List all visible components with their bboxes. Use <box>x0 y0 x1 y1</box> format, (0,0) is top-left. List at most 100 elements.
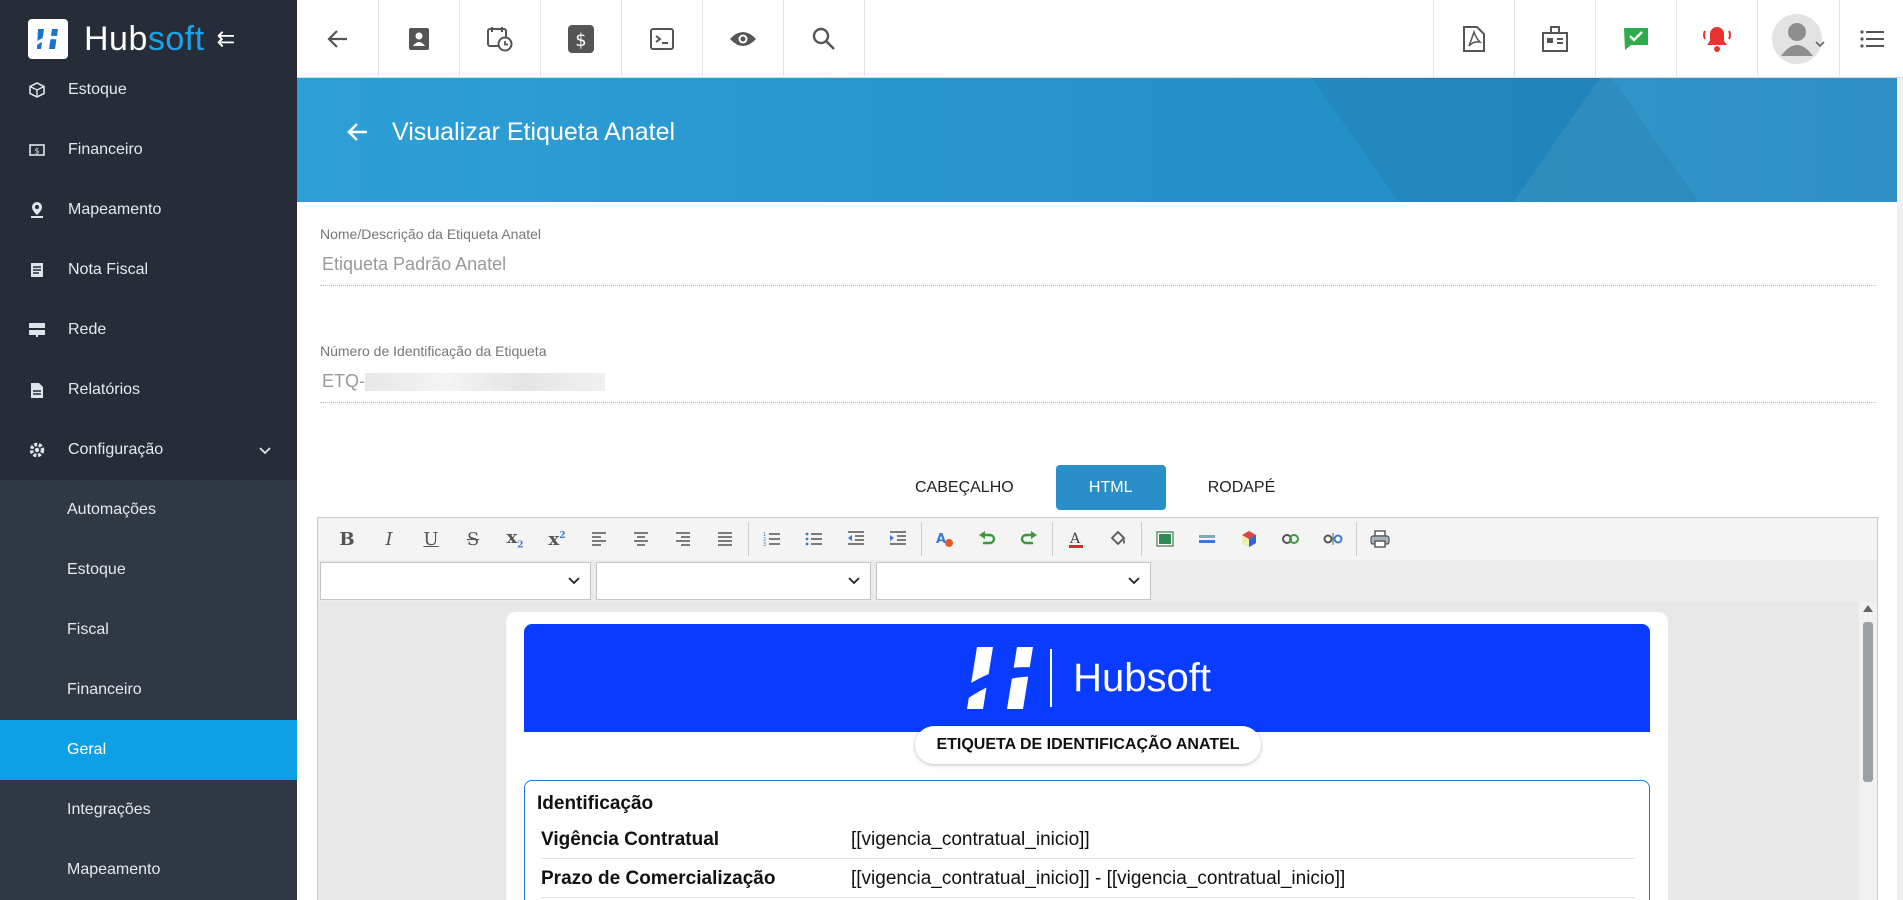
collapse-menu-icon[interactable]: ⇇ <box>217 26 235 52</box>
italic-button[interactable]: I <box>368 519 410 559</box>
user-avatar-icon <box>1771 14 1825 64</box>
back-button[interactable] <box>297 0 379 78</box>
align-center-button[interactable] <box>620 519 662 559</box>
font-family-select[interactable] <box>596 562 871 600</box>
editor-canvas[interactable]: Hubsoft ETIQUETA DE IDENTIFICAÇÃO ANATEL… <box>318 602 1877 900</box>
notifications-button[interactable] <box>1677 0 1758 78</box>
sidebar-item-mapeamento[interactable]: Mapeamento <box>0 180 297 240</box>
subscript-button[interactable]: x2 <box>494 519 536 559</box>
svg-text:A: A <box>1069 531 1081 547</box>
underline-button[interactable]: U <box>410 519 452 559</box>
link-icon <box>1282 534 1299 544</box>
sidebar-item-estoque[interactable]: Estoque <box>0 60 297 120</box>
id-field[interactable]: Número de Identificação da Etiqueta ETQ- <box>320 343 1876 403</box>
pdf-button[interactable] <box>1434 0 1515 78</box>
justify-button[interactable] <box>704 519 746 559</box>
page-back-button[interactable] <box>347 122 369 147</box>
sidebar-item-label: Financeiro <box>68 141 143 158</box>
subscript-icon: x2 <box>506 527 524 551</box>
sidebar-subitem-label: Automações <box>67 501 156 518</box>
page-scrollbar[interactable] <box>1897 78 1903 900</box>
sidebar-item-relatorios[interactable]: Relatórios <box>0 360 297 420</box>
scrollbar-thumb[interactable] <box>1863 622 1873 782</box>
sidebar-subitem-fiscal[interactable]: Fiscal <box>0 600 297 660</box>
insert-link-button[interactable] <box>1270 519 1312 559</box>
sidebar-item-nota-fiscal[interactable]: Nota Fiscal <box>0 240 297 300</box>
name-field-value[interactable]: Etiqueta Padrão Anatel <box>320 242 1876 286</box>
highlight-button[interactable] <box>1097 519 1139 559</box>
name-field[interactable]: Nome/Descrição da Etiqueta Anatel Etique… <box>320 226 1876 286</box>
sidebar-item-label: Nota Fiscal <box>68 261 149 278</box>
back-arrow-icon <box>326 30 347 48</box>
scroll-up-icon[interactable] <box>1863 605 1873 612</box>
tab-rodape[interactable]: RODAPÉ <box>1186 465 1298 510</box>
italic-icon: I <box>385 528 393 550</box>
sidebar-subitem-automacoes[interactable]: Automações <box>0 480 297 540</box>
outdent-button[interactable] <box>835 519 877 559</box>
main-menu-button[interactable] <box>1840 0 1903 78</box>
insert-object-button[interactable] <box>1228 519 1270 559</box>
unlink-button[interactable] <box>1312 519 1354 559</box>
redo-icon <box>1020 531 1037 545</box>
toolbar-separator <box>1141 522 1142 556</box>
finance-button[interactable]: $ <box>541 0 622 78</box>
sidebar: Hubsoft ⇇ Estoque $ Financeiro Mapeament… <box>0 0 297 900</box>
search-button[interactable] <box>784 0 865 78</box>
sidebar-subitem-estoque[interactable]: Estoque <box>0 540 297 600</box>
indent-button[interactable] <box>877 519 919 559</box>
bold-icon: B <box>339 528 355 550</box>
editor-scrollbar[interactable] <box>1859 602 1877 900</box>
company-button[interactable] <box>1515 0 1596 78</box>
sidebar-item-label: Relatórios <box>68 381 141 398</box>
font-color-icon: A <box>1069 531 1083 548</box>
image-icon <box>1156 531 1174 547</box>
list-menu-icon <box>1859 30 1884 48</box>
terminal-button[interactable] <box>622 0 703 78</box>
bell-icon <box>1703 27 1731 52</box>
strikethrough-icon: S <box>466 528 480 550</box>
tasks-button[interactable] <box>1596 0 1677 78</box>
tab-html[interactable]: HTML <box>1055 465 1166 510</box>
align-justify-icon <box>718 532 732 546</box>
redo-button[interactable] <box>1008 519 1050 559</box>
user-menu-button[interactable] <box>1758 0 1840 78</box>
view-button[interactable] <box>703 0 784 78</box>
sidebar-item-rede[interactable]: Rede <box>0 300 297 360</box>
font-size-select[interactable] <box>876 562 1151 600</box>
sidebar-item-financeiro[interactable]: $ Financeiro <box>0 120 297 180</box>
box-icon <box>28 81 46 99</box>
format-select[interactable] <box>320 562 591 600</box>
horizontal-rule-button[interactable] <box>1186 519 1228 559</box>
id-field-value[interactable]: ETQ- <box>320 359 1876 403</box>
print-button[interactable] <box>1359 519 1401 559</box>
sidebar-subitem-mapeamento[interactable]: Mapeamento <box>0 840 297 900</box>
contacts-button[interactable] <box>379 0 460 78</box>
editor-toolbar: B I U S x2 x2 123 A A <box>318 518 1877 560</box>
bullet-list-button[interactable] <box>793 519 835 559</box>
sidebar-subitem-financeiro[interactable]: Financeiro <box>0 660 297 720</box>
align-left-icon <box>592 532 606 546</box>
remove-format-button[interactable]: A <box>924 519 966 559</box>
chevron-down-icon <box>259 442 271 460</box>
superscript-button[interactable]: x2 <box>536 519 578 559</box>
ordered-list-button[interactable]: 123 <box>751 519 793 559</box>
schedule-button[interactable] <box>460 0 541 78</box>
ordered-list-icon: 123 <box>763 532 780 547</box>
hubsoft-logo-icon <box>28 19 68 59</box>
sidebar-subitem-geral[interactable]: Geral <box>0 720 297 780</box>
insert-image-button[interactable] <box>1144 519 1186 559</box>
bold-button[interactable]: B <box>326 519 368 559</box>
svg-text:3: 3 <box>763 542 766 547</box>
strike-button[interactable]: S <box>452 519 494 559</box>
align-right-button[interactable] <box>662 519 704 559</box>
sidebar-item-configuracao[interactable]: Configuração <box>0 420 297 480</box>
undo-button[interactable] <box>966 519 1008 559</box>
align-left-button[interactable] <box>578 519 620 559</box>
html-editor: B I U S x2 x2 123 A A Hubsoft ETIQUETA D… <box>317 517 1878 900</box>
tab-cabecalho[interactable]: CABEÇALHO <box>893 465 1036 510</box>
sidebar-subitem-integracoes[interactable]: Integrações <box>0 780 297 840</box>
toolbar-spacer <box>865 0 1434 77</box>
top-toolbar: $ <box>297 0 1903 78</box>
font-color-button[interactable]: A <box>1055 519 1097 559</box>
chevron-down-icon <box>848 577 860 585</box>
